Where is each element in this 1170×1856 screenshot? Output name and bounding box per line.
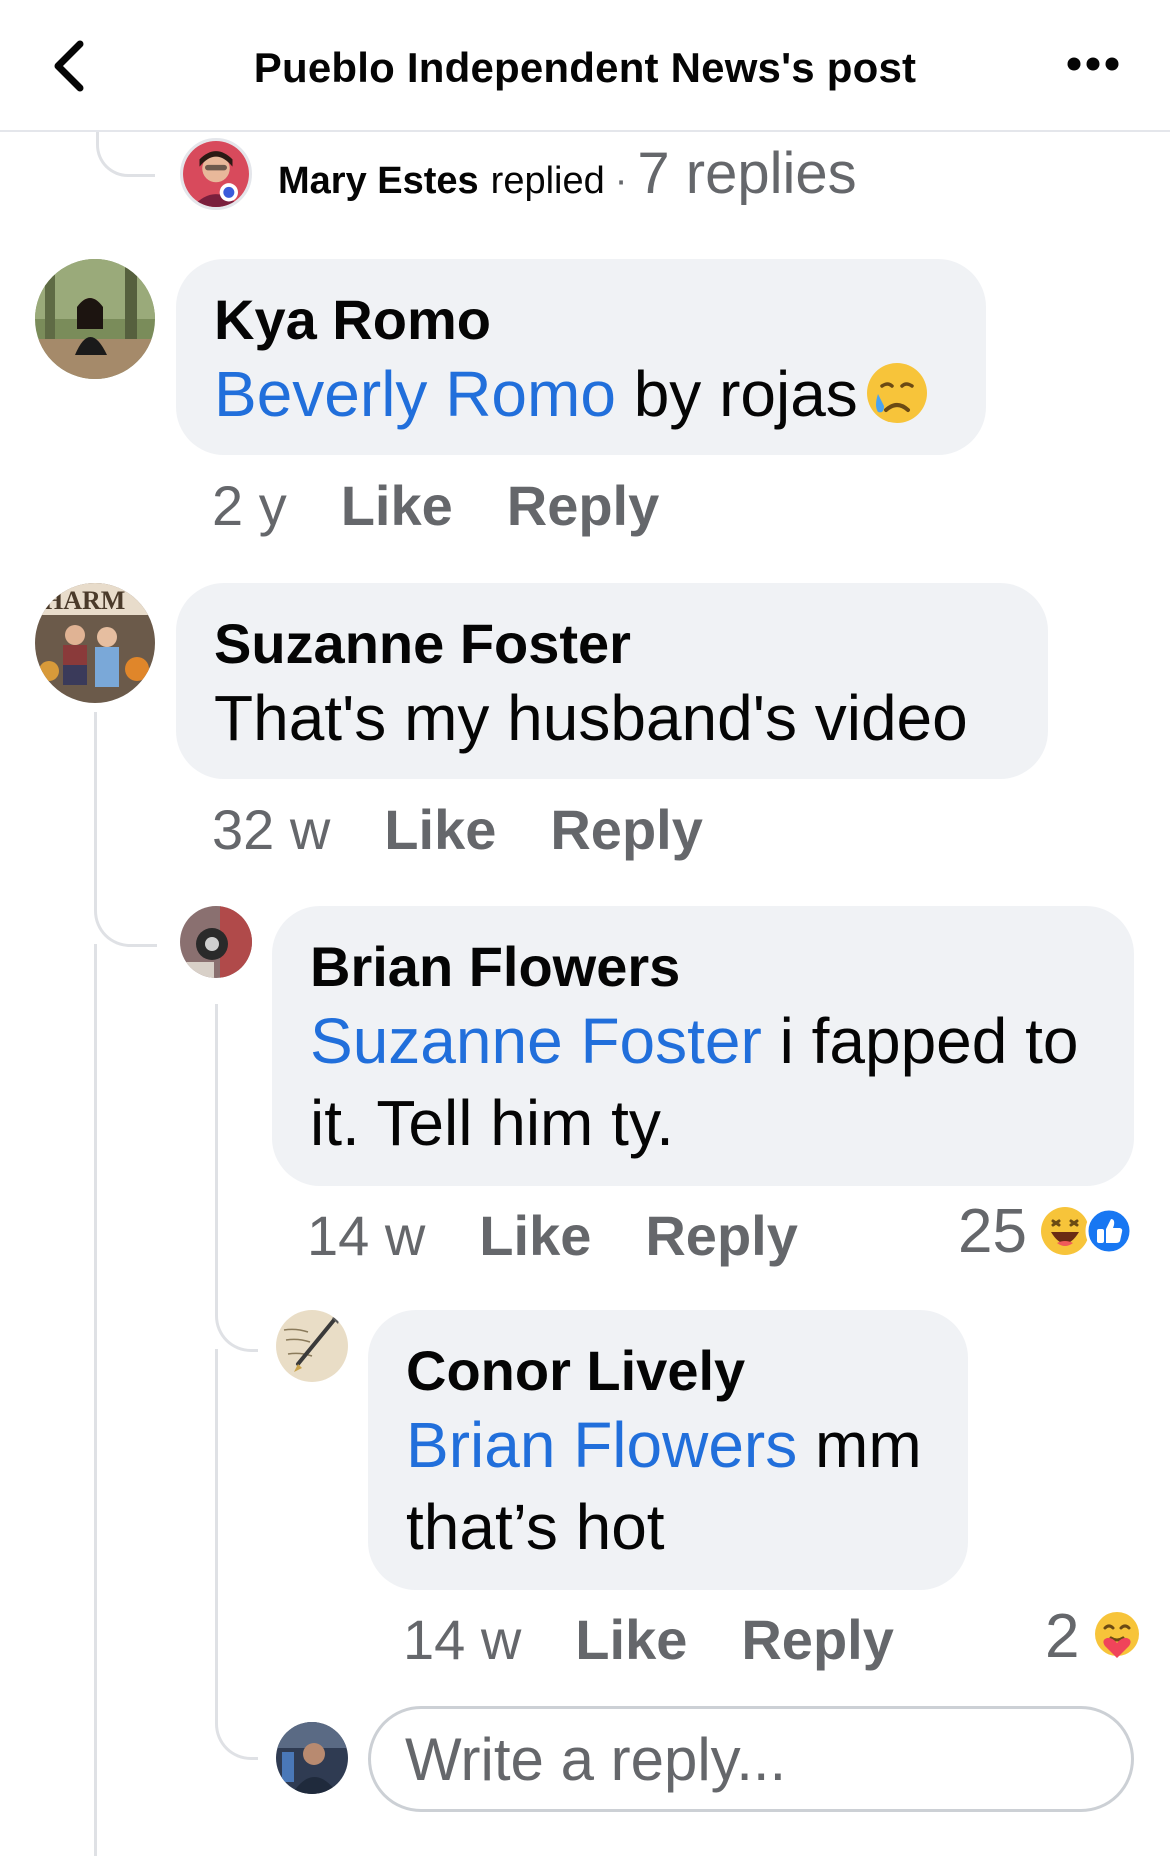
like-button[interactable]: Like xyxy=(479,1203,591,1268)
replies-summary[interactable]: Mary Estes replied · 7 replies xyxy=(278,140,857,210)
comment-actions: 14 w Like Reply xyxy=(307,1200,798,1270)
comment-body: Brian Flowers mm that’s hot xyxy=(406,1404,930,1568)
like-button[interactable]: Like xyxy=(384,797,496,862)
reaction-summary[interactable]: 2 xyxy=(1045,1601,1143,1671)
reaction-summary[interactable]: 25 xyxy=(958,1196,1133,1266)
avatar-suzanne-foster[interactable]: HARM xyxy=(35,583,155,703)
like-button[interactable]: Like xyxy=(575,1607,687,1672)
comment-actions: 14 w Like Reply xyxy=(403,1604,894,1674)
avatar-brian-flowers[interactable] xyxy=(180,906,252,978)
comment-body: Suzanne Foster i fapped to it. Tell him … xyxy=(310,1000,1096,1164)
care-reaction-icon xyxy=(1095,1612,1140,1658)
avatar-current-user xyxy=(276,1722,348,1794)
more-options-icon[interactable] xyxy=(1066,52,1120,76)
separator-dot: · xyxy=(614,160,628,202)
crying-face-icon xyxy=(866,363,927,423)
comment-body: That's my husband's video xyxy=(214,682,968,754)
page-title: Pueblo Independent News's post xyxy=(253,44,917,91)
mention-link[interactable]: Beverly Romo xyxy=(214,358,616,430)
reply-button[interactable]: Reply xyxy=(645,1203,798,1268)
like-reaction-icon xyxy=(1085,1207,1133,1255)
thread-line-long xyxy=(94,944,97,1856)
comment-actions: 2 y Like Reply xyxy=(212,470,659,540)
avatar-mary-estes[interactable] xyxy=(180,138,252,210)
comment-actions: 32 w Like Reply xyxy=(212,794,703,864)
comment-body: Beverly Romo by rojas xyxy=(214,353,948,435)
reaction-count: 25 xyxy=(958,1196,1027,1266)
thread-connector-suzanne xyxy=(94,712,157,947)
comment-author[interactable]: Kya Romo xyxy=(214,287,948,353)
comment-bubble-suzanne-foster: Suzanne Foster That's my husband's video xyxy=(176,583,1048,779)
comment-thread-page: Pueblo Independent News's post Mary Este… xyxy=(0,0,1170,1856)
haha-reaction-icon xyxy=(1040,1207,1089,1255)
thread-connector-top xyxy=(96,132,155,177)
replied-author[interactable]: Mary Estes xyxy=(278,160,479,203)
mention-link[interactable]: Brian Flowers xyxy=(406,1409,797,1481)
reaction-count: 2 xyxy=(1045,1601,1080,1671)
svg-text:HARM: HARM xyxy=(43,586,125,615)
comment-text: by rojas xyxy=(615,358,858,430)
replies-count-link[interactable]: 7 replies xyxy=(637,140,856,207)
comment-author[interactable]: Conor Lively xyxy=(406,1338,930,1404)
thread-line-brian-lower xyxy=(215,1349,258,1760)
comment-timestamp: 2 y xyxy=(212,473,287,537)
comment-bubble-conor-lively: Conor Lively Brian Flowers mm that’s hot xyxy=(368,1310,968,1590)
top-bar: Pueblo Independent News's post xyxy=(0,0,1170,132)
comment-bubble-kya-romo: Kya Romo Beverly Romo by rojas xyxy=(176,259,986,455)
reply-button[interactable]: Reply xyxy=(741,1607,894,1672)
reply-input[interactable] xyxy=(368,1706,1134,1812)
comment-timestamp: 14 w xyxy=(403,1607,522,1671)
avatar-kya-romo[interactable] xyxy=(35,259,155,379)
mention-link[interactable]: Suzanne Foster xyxy=(310,1005,762,1077)
comment-bubble-brian-flowers: Brian Flowers Suzanne Foster i fapped to… xyxy=(272,906,1134,1186)
reply-button[interactable]: Reply xyxy=(507,473,660,538)
thread-connector-brian xyxy=(215,1004,258,1352)
comment-author[interactable]: Brian Flowers xyxy=(310,934,1096,1000)
comment-timestamp: 32 w xyxy=(212,797,331,861)
avatar-conor-lively[interactable] xyxy=(276,1310,348,1382)
like-button[interactable]: Like xyxy=(341,473,453,538)
comment-author[interactable]: Suzanne Foster xyxy=(214,611,1010,677)
reply-button[interactable]: Reply xyxy=(550,797,703,862)
replied-verb: replied xyxy=(490,160,605,202)
comment-timestamp: 14 w xyxy=(307,1203,426,1267)
